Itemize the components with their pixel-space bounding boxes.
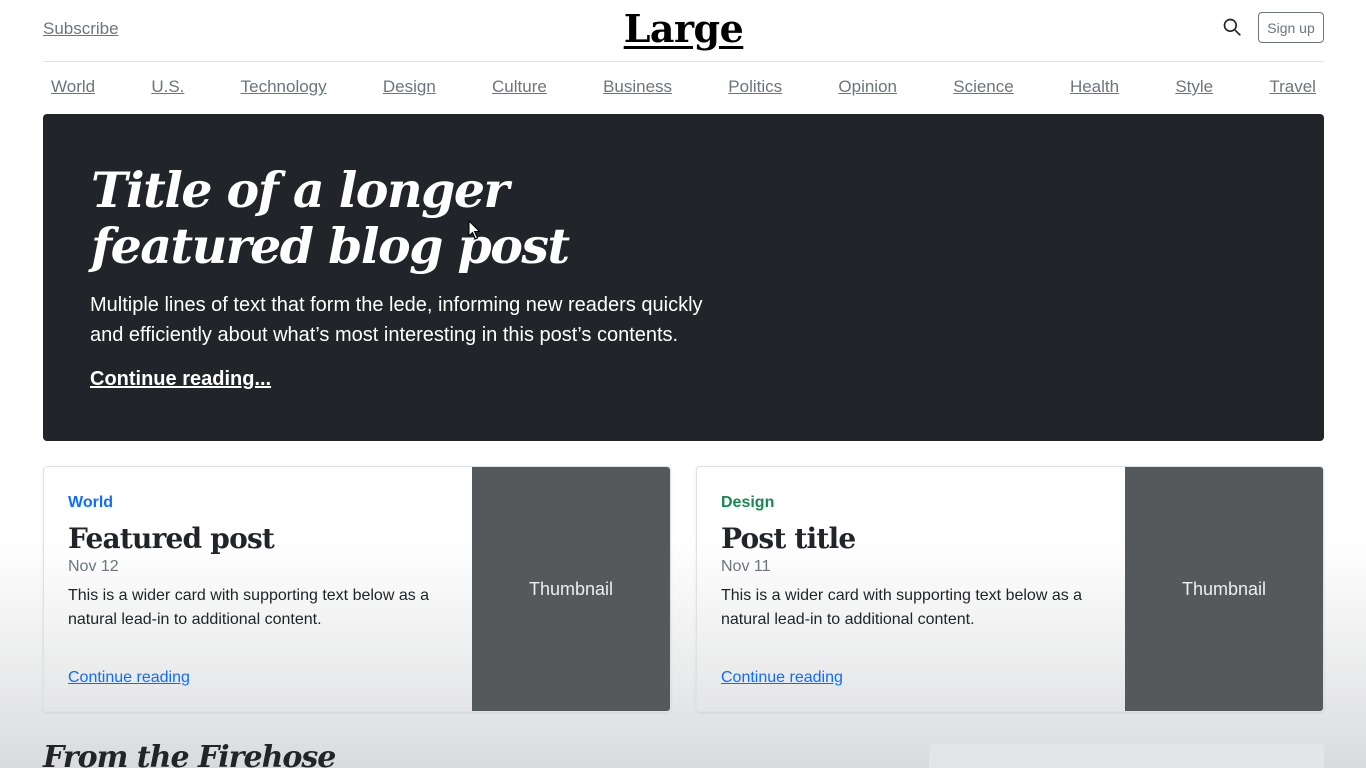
nav-item-opinion[interactable]: Opinion xyxy=(838,77,897,97)
nav-item-technology[interactable]: Technology xyxy=(241,77,327,97)
card-text: This is a wider card with supporting tex… xyxy=(721,587,1083,628)
card-category: World xyxy=(68,494,114,511)
nav-item-design[interactable]: Design xyxy=(383,77,436,97)
nav-item-business[interactable]: Business xyxy=(603,77,672,97)
hero-title: Title of a longer featured blog post xyxy=(91,161,570,275)
nav-item-science[interactable]: Science xyxy=(953,77,1013,97)
card-body: World Featured post Nov 12 This is a wid… xyxy=(68,467,458,711)
card-continue-reading-link[interactable]: Continue reading xyxy=(68,669,190,687)
nav-item-style[interactable]: Style xyxy=(1175,77,1213,97)
site-header: Subscribe Large Sign up xyxy=(43,0,1324,62)
card-title: Featured post xyxy=(68,522,275,555)
hero-continue-reading-link[interactable]: Continue reading... xyxy=(90,368,271,391)
card-body: Design Post title Nov 11 This is a wider… xyxy=(721,467,1111,711)
hero-lede: Multiple lines of text that form the led… xyxy=(90,294,703,346)
card-date: Nov 12 xyxy=(68,558,119,575)
card-continue-reading-link[interactable]: Continue reading xyxy=(721,669,843,687)
nav-item-world[interactable]: World xyxy=(51,77,95,97)
nav-item-health[interactable]: Health xyxy=(1070,77,1119,97)
subscribe-link[interactable]: Subscribe xyxy=(43,19,119,39)
featured-hero: Title of a longer featured blog post Mul… xyxy=(43,114,1324,441)
sidebar-box xyxy=(929,744,1324,768)
firehose-section-title: From the Firehose xyxy=(43,740,336,768)
post-card-design: Design Post title Nov 11 This is a wider… xyxy=(696,466,1324,712)
nav-item-us[interactable]: U.S. xyxy=(151,77,184,97)
card-date: Nov 11 xyxy=(721,558,771,575)
nav-item-travel[interactable]: Travel xyxy=(1269,77,1316,97)
nav-item-politics[interactable]: Politics xyxy=(728,77,782,97)
category-nav: World U.S. Technology Design Culture Bus… xyxy=(43,62,1324,112)
mouse-cursor-icon xyxy=(468,220,481,240)
card-title: Post title xyxy=(721,522,856,555)
search-icon[interactable] xyxy=(1222,17,1242,37)
card-thumbnail: Thumbnail xyxy=(472,467,670,711)
post-card-featured: World Featured post Nov 12 This is a wid… xyxy=(43,466,671,712)
sign-up-button[interactable]: Sign up xyxy=(1258,12,1324,43)
nav-item-culture[interactable]: Culture xyxy=(492,77,547,97)
card-thumbnail: Thumbnail xyxy=(1125,467,1323,711)
card-text: This is a wider card with supporting tex… xyxy=(68,587,430,628)
site-logo[interactable]: Large xyxy=(624,6,744,51)
card-category: Design xyxy=(721,494,775,511)
